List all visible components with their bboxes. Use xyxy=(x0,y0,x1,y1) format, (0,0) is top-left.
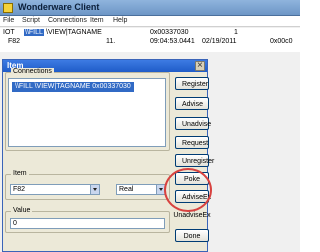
list-cell: 09:04:53.0441 xyxy=(150,38,195,45)
advise-button[interactable]: Advise xyxy=(175,97,209,110)
close-icon[interactable] xyxy=(195,60,205,71)
list-cell: IOT xyxy=(3,29,15,36)
request-button[interactable]: Request xyxy=(175,136,209,149)
value-field-text: 0 xyxy=(13,220,17,227)
connections-listbox[interactable]: \\FILL \VIEW|TAGNAME 0x00337030 xyxy=(8,78,166,147)
connection-item[interactable]: \\FILL \VIEW|TAGNAME 0x00337030 xyxy=(12,82,134,92)
list-cell: \VIEW|TAGNAME xyxy=(46,29,102,36)
app-titlebar: Wonderware Client xyxy=(0,0,300,16)
chevron-down-icon[interactable] xyxy=(90,185,99,194)
menu-item[interactable]: Item xyxy=(90,17,104,24)
menu-help[interactable]: Help xyxy=(113,17,127,24)
list-cell: 1 xyxy=(234,29,238,36)
menubar: File Script Connections Item Help xyxy=(0,16,300,27)
item-combo-value: F82 xyxy=(13,186,26,193)
item-combo[interactable]: F82 xyxy=(10,184,100,195)
unadvise-button[interactable]: Unadvise xyxy=(175,117,211,130)
done-button[interactable]: Done xyxy=(175,229,209,242)
annotation-circle xyxy=(164,168,212,212)
list-cell: 02/19/2011 xyxy=(202,38,237,45)
menu-script[interactable]: Script xyxy=(22,17,40,24)
list-cell: 11. xyxy=(106,38,116,45)
type-combo-value: Real xyxy=(119,186,134,193)
type-combo[interactable]: Real xyxy=(116,184,166,195)
app-icon xyxy=(3,3,13,13)
menu-file[interactable]: File xyxy=(3,17,14,24)
register-button[interactable]: Register xyxy=(175,77,209,90)
item-list: IOT \\FILL \VIEW|TAGNAME 0x00337030 1 F8… xyxy=(0,28,300,52)
menu-connections[interactable]: Connections xyxy=(48,17,87,24)
list-cell: F82 xyxy=(8,38,21,45)
list-cell-selected: \\FILL xyxy=(24,29,44,36)
connections-label: Connections xyxy=(11,68,54,75)
list-cell: 0x00337030 xyxy=(150,29,189,36)
app-title: Wonderware Client xyxy=(18,2,100,12)
value-field[interactable]: 0 xyxy=(10,218,165,229)
value-label: Value xyxy=(11,207,33,214)
list-cell: 0x00c0 xyxy=(270,38,293,45)
unregister-button[interactable]: Unregister xyxy=(175,154,214,167)
item-label: Item xyxy=(11,170,29,177)
